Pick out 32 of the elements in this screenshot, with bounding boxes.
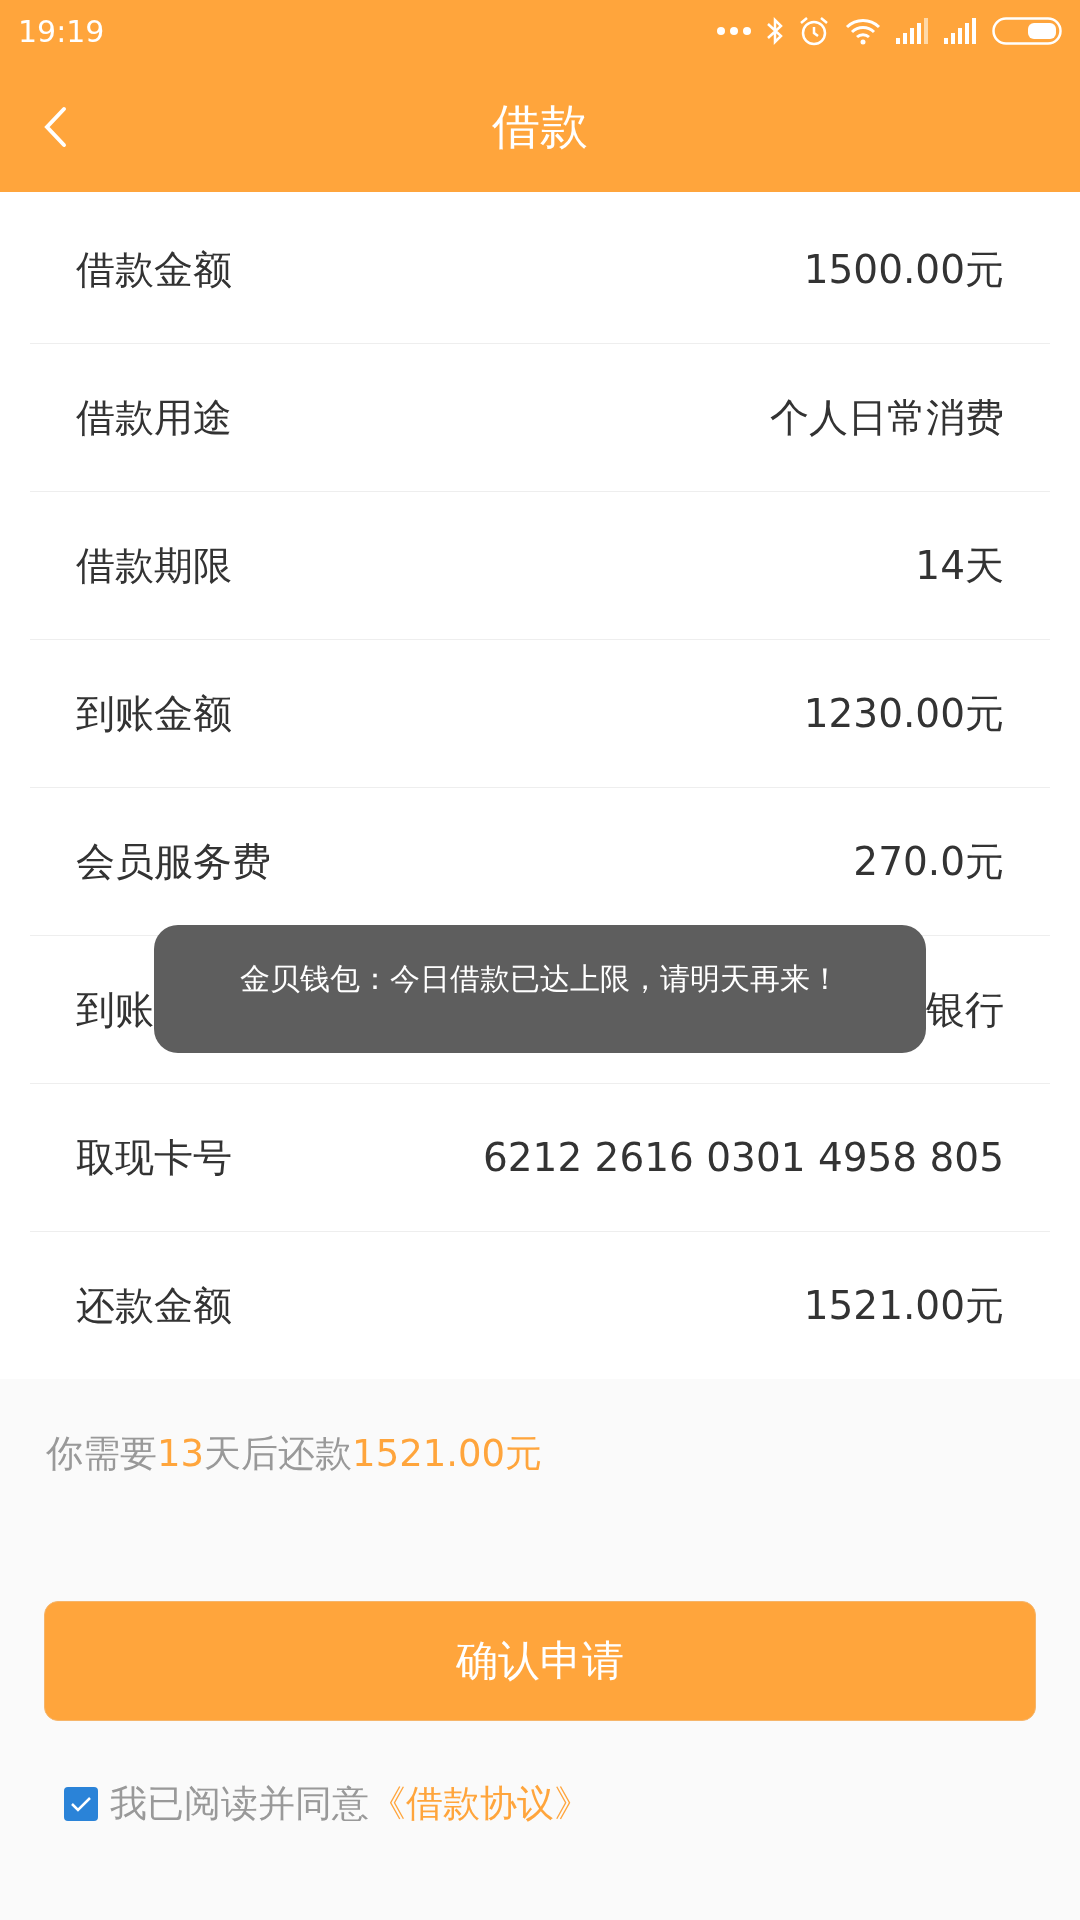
field-value: 1230.00元 bbox=[803, 689, 1004, 738]
field-value: 6212 2616 0301 4958 805 bbox=[482, 1135, 1004, 1180]
field-label: 借款用途 bbox=[76, 393, 232, 442]
wifi-icon bbox=[844, 17, 882, 45]
agreement-text: 我已阅读并同意 bbox=[110, 1781, 369, 1827]
confirm-button[interactable]: 确认申请 bbox=[44, 1601, 1036, 1721]
battery-icon bbox=[992, 17, 1062, 45]
more-dots-icon bbox=[716, 26, 752, 36]
field-label: 会员服务费 bbox=[76, 837, 271, 886]
field-label: 到账金额 bbox=[76, 689, 232, 738]
checkmark-icon bbox=[70, 1795, 92, 1813]
repayment-summary: 你需要13天后还款1521.00元 bbox=[46, 1431, 544, 1477]
page-title: 借款 bbox=[492, 97, 588, 156]
field-value: 14天 bbox=[915, 541, 1004, 590]
field-label: 借款金额 bbox=[76, 245, 232, 294]
alarm-clock-icon bbox=[798, 15, 830, 47]
field-label: 还款金额 bbox=[76, 1281, 232, 1330]
field-label: 取现卡号 bbox=[76, 1133, 232, 1182]
field-value: 270.0元 bbox=[853, 837, 1004, 886]
bluetooth-icon bbox=[766, 16, 784, 46]
field-label: 借款期限 bbox=[76, 541, 232, 590]
signal-icon bbox=[896, 18, 930, 44]
signal-icon bbox=[944, 18, 978, 44]
agreement-link[interactable]: 《借款协议》 bbox=[369, 1779, 591, 1829]
field-label: 到账 bbox=[76, 985, 154, 1034]
field-value: 1500.00元 bbox=[803, 245, 1004, 294]
field-value: 1521.00元 bbox=[803, 1281, 1004, 1330]
checkbox[interactable] bbox=[64, 1787, 98, 1821]
field-value: 银行 bbox=[926, 985, 1004, 1034]
clock-time: 19:19 bbox=[18, 13, 106, 49]
field-value: 个人日常消费 bbox=[770, 393, 1004, 442]
error-toast: 金贝钱包：今日借款已达上限，请明天再来！ bbox=[154, 925, 926, 1053]
